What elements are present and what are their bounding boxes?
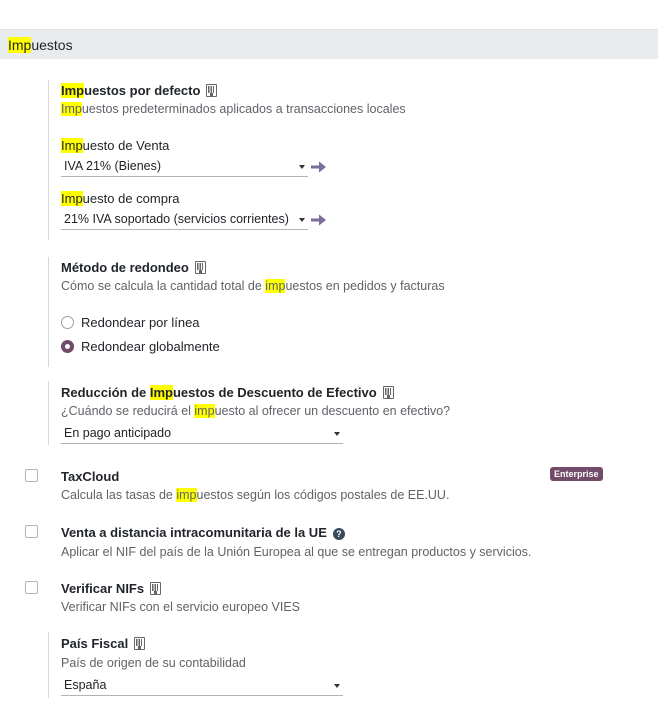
- vat-check-description: Verificar NIFs con el servicio europeo V…: [61, 600, 300, 614]
- default-taxes-description: Impuestos predeterminados aplicados a tr…: [61, 102, 406, 116]
- eu-distance-checkbox[interactable]: [25, 525, 38, 538]
- internal-link-arrow-icon[interactable]: [310, 213, 327, 227]
- fiscal-country-description: País de origen de su contabilidad: [61, 656, 246, 670]
- vat-check-checkbox[interactable]: [25, 581, 38, 594]
- round-globally-label[interactable]: Redondear globalmente: [81, 339, 220, 354]
- setting-divider: [48, 80, 49, 240]
- company-building-icon: [150, 582, 162, 595]
- company-building-icon: [134, 637, 146, 650]
- sale-tax-label: Impuesto de Venta: [61, 138, 170, 153]
- default-taxes-title: Impuestos por defecto: [61, 83, 218, 98]
- taxcloud-description: Calcula las tasas de impuestos según los…: [61, 488, 450, 502]
- round-per-line-radio[interactable]: [61, 316, 74, 329]
- company-building-icon: [194, 261, 206, 274]
- chevron-down-icon: [334, 684, 340, 688]
- rounding-description: Cómo se calcula la cantidad total de imp…: [61, 279, 445, 293]
- sale-tax-select[interactable]: IVA 21% (Bienes): [61, 157, 308, 177]
- purchase-tax-label: Impuesto de compra: [61, 191, 180, 206]
- purchase-tax-select[interactable]: 21% IVA soportado (servicios corrientes): [61, 210, 308, 230]
- rounding-title: Método de redondeo: [61, 260, 206, 275]
- section-title: Impuestos: [8, 37, 73, 53]
- question-circle-icon[interactable]: ?: [332, 528, 345, 540]
- cash-discount-select[interactable]: En pago anticipado: [61, 424, 343, 444]
- vat-check-title: Verificar NIFs: [61, 581, 162, 596]
- round-globally-radio[interactable]: [61, 340, 74, 353]
- taxcloud-checkbox[interactable]: [25, 469, 38, 482]
- cash-discount-title: Reducción de Impuestos de Descuento de E…: [61, 385, 394, 400]
- taxcloud-title: TaxCloud: [61, 469, 120, 484]
- enterprise-badge: Enterprise: [550, 467, 603, 481]
- eu-distance-title: Venta a distancia intracomunitaria de la…: [61, 525, 345, 540]
- eu-distance-description: Aplicar el NIF del país de la Unión Euro…: [61, 545, 532, 559]
- chevron-down-icon: [299, 218, 305, 222]
- chevron-down-icon: [299, 165, 305, 169]
- company-building-icon: [382, 386, 394, 399]
- setting-divider: [48, 257, 49, 367]
- internal-link-arrow-icon[interactable]: [310, 160, 327, 174]
- setting-divider: [48, 381, 49, 445]
- fiscal-country-select[interactable]: España: [61, 676, 343, 696]
- fiscal-country-title: País Fiscal: [61, 636, 146, 651]
- round-per-line-label[interactable]: Redondear por línea: [81, 315, 200, 330]
- chevron-down-icon: [334, 432, 340, 436]
- cash-discount-description: ¿Cuándo se reducirá el impuesto al ofrec…: [61, 404, 451, 418]
- section-header: Impuestos: [0, 29, 658, 59]
- setting-divider: [48, 632, 49, 698]
- company-building-icon: [206, 84, 218, 97]
